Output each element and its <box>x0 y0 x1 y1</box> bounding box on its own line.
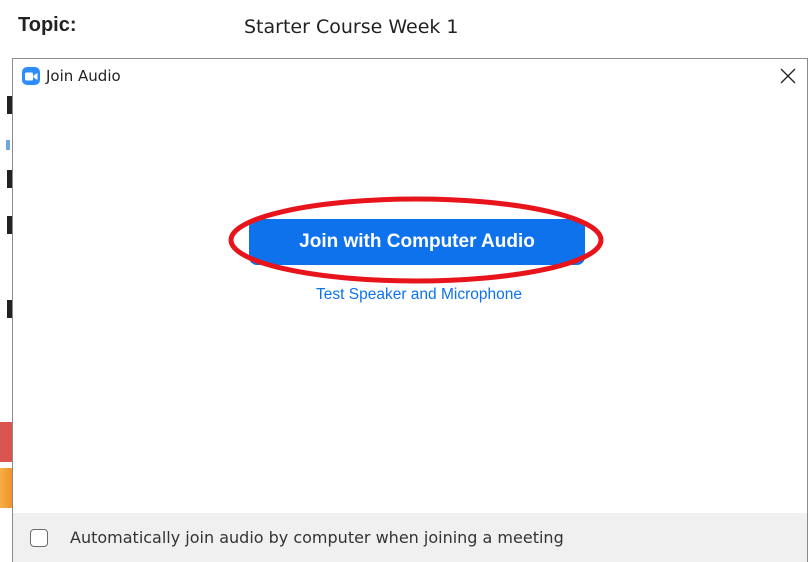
topic-value: Starter Course Week 1 <box>244 16 459 38</box>
dialog-titlebar: Join Audio <box>13 59 807 93</box>
dialog-footer: Automatically join audio by computer whe… <box>13 513 807 562</box>
join-audio-dialog: Join Audio Join with Computer Audio Test… <box>12 58 808 562</box>
close-icon <box>780 68 796 84</box>
page: Topic: Starter Course Week 1 Join Audio … <box>0 0 808 562</box>
background-orange-fragment <box>0 468 12 508</box>
zoom-camera-icon <box>22 67 40 85</box>
join-with-computer-audio-button[interactable]: Join with Computer Audio <box>249 219 585 265</box>
background-link-fragment <box>6 140 10 150</box>
auto-join-audio-checkbox[interactable] <box>30 529 48 547</box>
topic-label: Topic: <box>18 14 77 36</box>
background-red-fragment <box>0 422 12 462</box>
dialog-title: Join Audio <box>46 67 121 85</box>
close-button[interactable] <box>775 63 801 89</box>
auto-join-audio-label[interactable]: Automatically join audio by computer whe… <box>70 528 564 547</box>
test-speaker-microphone-link-row: Test Speaker and Microphone <box>13 286 808 304</box>
test-speaker-microphone-link[interactable]: Test Speaker and Microphone <box>316 286 522 303</box>
